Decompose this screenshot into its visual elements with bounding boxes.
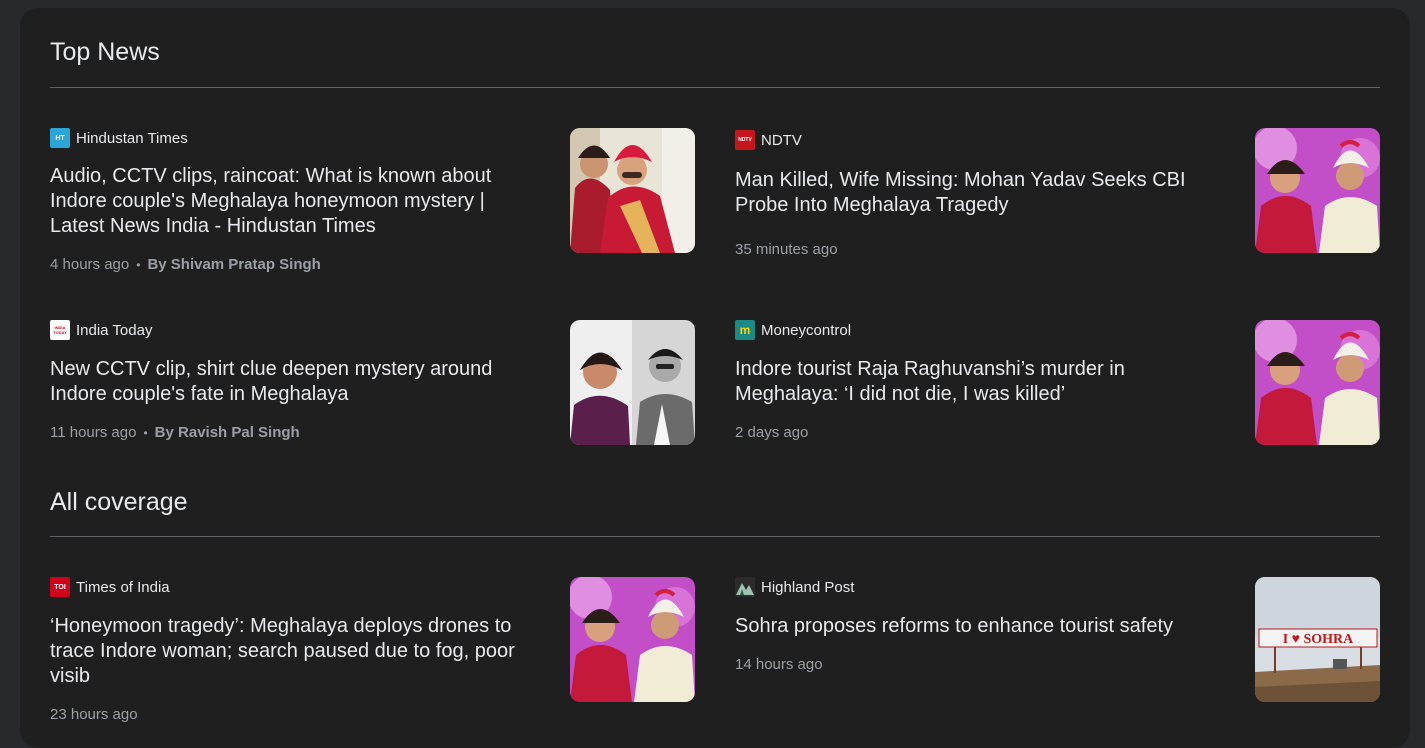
news-card-moneycontrol[interactable]: m Moneycontrol Indore tourist Raja Raghu…	[735, 320, 1380, 448]
article-meta: 23 hours ago	[50, 706, 138, 723]
article-thumbnail[interactable]	[1255, 320, 1380, 445]
source: Highland Post	[735, 577, 854, 597]
news-card-highland-post[interactable]: Highland Post Sohra proposes reforms to …	[735, 577, 1380, 705]
news-card-hindustan-times[interactable]: HT Hindustan Times Audio, CCTV clips, ra…	[50, 128, 695, 273]
timestamp: 4 hours ago	[50, 256, 130, 273]
source-name: Times of India	[76, 578, 170, 596]
headline-link[interactable]: Audio, CCTV clips, raincoat: What is kno…	[50, 164, 528, 239]
divider	[50, 536, 1380, 537]
article-meta: 2 days ago	[735, 424, 808, 441]
timestamp: 2 days ago	[735, 424, 809, 441]
source: NDTV NDTV	[735, 130, 802, 150]
headline-link[interactable]: Man Killed, Wife Missing: Mohan Yadav Se…	[735, 168, 1213, 218]
separator-dot-icon: •	[143, 426, 148, 440]
article-thumbnail[interactable]: I ♥ SOHRA	[1255, 577, 1380, 702]
moneycontrol-logo-icon: m	[735, 320, 755, 340]
headline-link[interactable]: ‘Honeymoon tragedy’: Meghalaya deploys d…	[50, 614, 528, 689]
headline-link[interactable]: Sohra proposes reforms to enhance touris…	[735, 614, 1213, 639]
separator-dot-icon: •	[136, 258, 141, 272]
news-card-ndtv[interactable]: NDTV NDTV Man Killed, Wife Missing: Moha…	[735, 128, 1380, 258]
headline-link[interactable]: Indore tourist Raja Raghuvanshi’s murder…	[735, 357, 1213, 407]
source: m Moneycontrol	[735, 320, 851, 340]
source: HT Hindustan Times	[50, 128, 188, 148]
timestamp: 11 hours ago	[50, 424, 137, 441]
source-name: Moneycontrol	[761, 321, 852, 339]
article-thumbnail[interactable]	[570, 128, 695, 253]
ndtv-logo-icon: NDTV	[735, 130, 755, 150]
section-title-all-coverage: All coverage	[50, 488, 188, 516]
times-of-india-logo-icon: TOI	[50, 577, 70, 597]
timestamp: 23 hours ago	[50, 706, 138, 723]
timestamp: 35 minutes ago	[735, 241, 838, 258]
article-meta: 35 minutes ago	[735, 241, 838, 258]
article-meta: 11 hours ago • By Ravish Pal Singh	[50, 424, 300, 441]
source-name: Highland Post	[761, 578, 855, 596]
source-name: Hindustan Times	[76, 129, 188, 147]
source-name: NDTV	[761, 131, 802, 149]
section-title-top-news: Top News	[50, 38, 160, 66]
sohra-sign-text: I ♥ SOHRA	[1283, 632, 1354, 647]
timestamp: 14 hours ago	[735, 656, 823, 673]
article-thumbnail[interactable]	[1255, 128, 1380, 253]
source-name: India Today	[76, 321, 153, 339]
author: By Ravish Pal Singh	[154, 424, 300, 441]
article-thumbnail[interactable]	[570, 320, 695, 445]
author: By Shivam Pratap Singh	[147, 256, 321, 273]
news-panel: Top News HT Hindustan Times Audio, CCTV …	[20, 8, 1410, 748]
news-card-times-of-india[interactable]: TOI Times of India ‘Honeymoon tragedy’: …	[50, 577, 695, 723]
india-today-logo-icon: INDIA TODAY	[50, 320, 70, 340]
highland-post-logo-icon	[735, 577, 755, 597]
article-meta: 4 hours ago • By Shivam Pratap Singh	[50, 256, 321, 273]
divider	[50, 87, 1380, 88]
headline-link[interactable]: New CCTV clip, shirt clue deepen mystery…	[50, 357, 528, 407]
article-thumbnail[interactable]	[570, 577, 695, 702]
hindustan-times-logo-icon: HT	[50, 128, 70, 148]
source: TOI Times of India	[50, 577, 170, 597]
news-card-india-today[interactable]: INDIA TODAY India Today New CCTV clip, s…	[50, 320, 695, 448]
source: INDIA TODAY India Today	[50, 320, 152, 340]
article-meta: 14 hours ago	[735, 656, 823, 673]
